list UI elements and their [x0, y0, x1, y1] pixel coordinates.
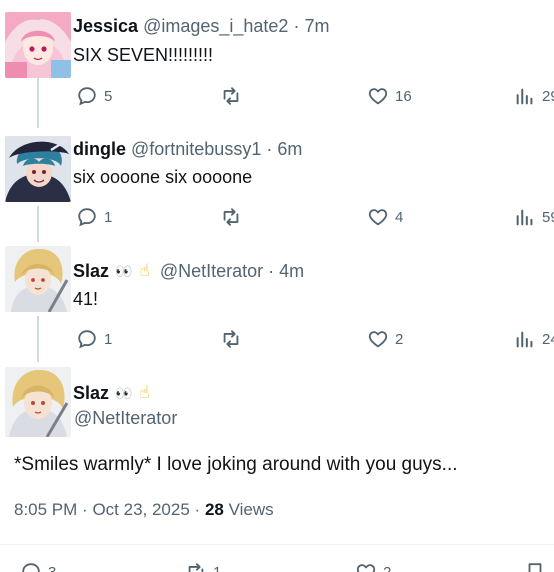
- separator: ·: [82, 500, 88, 519]
- thread-view: { "replies": [ { "name": "Jessica", "han…: [0, 0, 554, 572]
- separator: ·: [194, 500, 201, 519]
- views-button[interactable]: 59: [514, 205, 554, 229]
- author-name[interactable]: Jessica: [73, 15, 138, 37]
- views-button[interactable]: 24: [514, 327, 554, 351]
- tweet-header: dingle @fortnitebussy1 · 6m: [73, 138, 302, 160]
- views-icon: [516, 209, 533, 226]
- author-name[interactable]: Slaz: [73, 260, 109, 282]
- bookmark-button[interactable]: [524, 560, 546, 572]
- separator: ·: [268, 261, 275, 281]
- reply-button[interactable]: 3: [20, 560, 56, 572]
- reply-icon: [22, 563, 40, 572]
- repost-count: 1: [213, 563, 222, 572]
- eyes-emoji: 👀: [115, 263, 134, 279]
- divider: [0, 544, 554, 545]
- like-icon: [368, 88, 388, 105]
- like-icon: [368, 331, 388, 348]
- repost-button[interactable]: [220, 205, 242, 229]
- tweet-meta: 8:05 PM · Oct 23, 2025 · 28 Views: [14, 499, 274, 521]
- like-count: 2: [395, 330, 404, 348]
- author-handle[interactable]: @images_i_hate2: [143, 15, 288, 37]
- tweet-text: 41!: [73, 289, 99, 309]
- reply-button[interactable]: 5: [76, 84, 112, 108]
- avatar-dingle[interactable]: [5, 136, 71, 202]
- like-icon: [356, 564, 376, 572]
- avatar-slaz-main[interactable]: [5, 367, 71, 437]
- views-total: 28: [204, 500, 224, 519]
- main-action-bar: 3 1 2: [0, 560, 554, 572]
- like-button[interactable]: 4: [367, 205, 403, 229]
- views-icon: [516, 88, 533, 105]
- repost-icon: [188, 563, 204, 572]
- reply-count: 1: [104, 330, 113, 348]
- like-button[interactable]: 16: [367, 84, 412, 108]
- tweet-text: six oooone six oooone: [73, 167, 253, 187]
- timestamp[interactable]: 4m: [279, 260, 304, 282]
- reply-button[interactable]: 1: [76, 205, 112, 229]
- like-button[interactable]: 2: [355, 560, 391, 572]
- author-handle[interactable]: @NetIterator: [74, 407, 177, 429]
- views-label: Views: [228, 500, 274, 519]
- reply-icon: [78, 330, 96, 349]
- pointing-up-emoji: ☝: [139, 383, 150, 402]
- reply-icon: [78, 87, 96, 106]
- repost-icon: [223, 208, 239, 226]
- avatar-jessica[interactable]: [5, 12, 71, 78]
- avatar-slaz[interactable]: [5, 246, 71, 312]
- views-button[interactable]: 29: [514, 84, 554, 108]
- like-count: 2: [383, 563, 392, 572]
- author-handle[interactable]: @NetIterator: [160, 260, 263, 282]
- reply-count: 3: [48, 563, 57, 572]
- post-time[interactable]: 8:05 PM: [14, 500, 77, 519]
- views-count: 59: [542, 208, 554, 226]
- main-author-name-row: Slaz 👀 ☝: [73, 381, 150, 405]
- timestamp[interactable]: 7m: [304, 15, 329, 37]
- like-count: 16: [395, 87, 412, 105]
- timestamp[interactable]: 6m: [277, 138, 302, 160]
- reply-icon: [78, 208, 96, 227]
- repost-icon: [223, 330, 239, 348]
- pointing-up-emoji: ☝: [139, 261, 150, 280]
- author-handle[interactable]: @fortnitebussy1: [131, 138, 261, 160]
- like-icon: [368, 209, 388, 226]
- tweet-text: SIX SEVEN!!!!!!!!!: [73, 45, 214, 65]
- post-date[interactable]: Oct 23, 2025: [92, 500, 189, 519]
- views-icon: [516, 331, 533, 348]
- author-name[interactable]: Slaz: [73, 381, 109, 405]
- views-count: 24: [542, 330, 554, 348]
- reply-button[interactable]: 1: [76, 327, 112, 351]
- repost-button[interactable]: [220, 327, 242, 351]
- eyes-emoji: 👀: [115, 385, 134, 401]
- like-button[interactable]: 2: [367, 327, 403, 351]
- separator: ·: [293, 16, 300, 36]
- action-bar: 5 16 29: [0, 84, 554, 108]
- action-bar: 1 2 24: [0, 327, 554, 351]
- main-tweet-text: *Smiles warmly* I love joking around wit…: [14, 454, 458, 475]
- reply-count: 5: [104, 87, 113, 105]
- tweet-header: Slaz 👀 ☝ @NetIterator · 4m: [73, 260, 304, 282]
- action-bar: 1 4 59: [0, 205, 554, 229]
- repost-button[interactable]: [220, 84, 242, 108]
- repost-icon: [223, 87, 239, 105]
- like-count: 4: [395, 208, 404, 226]
- repost-button[interactable]: 1: [185, 560, 221, 572]
- tweet-header: Jessica @images_i_hate2 · 7m: [73, 15, 329, 37]
- reply-count: 1: [104, 208, 113, 226]
- separator: ·: [266, 139, 273, 159]
- bookmark-icon: [528, 563, 542, 572]
- author-name[interactable]: dingle: [73, 138, 126, 160]
- views-count: 29: [542, 87, 554, 105]
